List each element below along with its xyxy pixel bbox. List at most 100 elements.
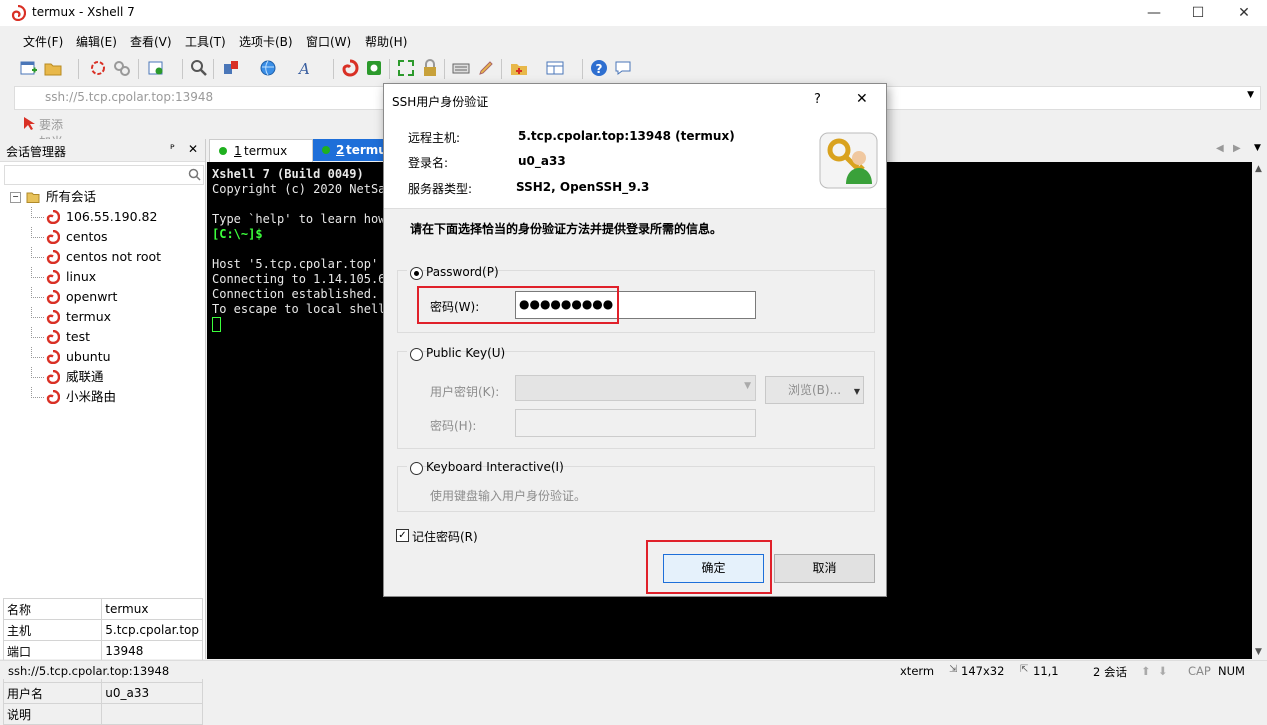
- session-item[interactable]: test: [31, 327, 201, 347]
- menu-tabs[interactable]: 选项卡(B): [239, 33, 293, 50]
- find-icon[interactable]: [189, 58, 209, 78]
- passphrase-field[interactable]: [515, 409, 756, 437]
- reconnect-icon[interactable]: [88, 58, 108, 78]
- password-option[interactable]: Password(P): [407, 265, 499, 281]
- public-key-option-label: Public Key(U): [426, 346, 506, 360]
- keyboard-interactive-label: Keyboard Interactive(I): [426, 460, 564, 474]
- maximize-button[interactable]: ☐: [1175, 0, 1221, 26]
- tree-connector: [31, 267, 44, 278]
- status-cursor-position: 11,1: [1033, 664, 1059, 678]
- add-tab-icon[interactable]: [509, 58, 529, 78]
- minimize-button[interactable]: —: [1131, 0, 1177, 26]
- keyboard-icon[interactable]: [451, 58, 471, 78]
- chat-icon[interactable]: [613, 58, 633, 78]
- tab-number: 1: [234, 144, 242, 158]
- dialog-help-button[interactable]: ?: [814, 92, 821, 107]
- tab-number: 2: [336, 143, 345, 157]
- tree-root-label: 所有会话: [46, 189, 97, 204]
- dialog-close-button[interactable]: ✕: [856, 91, 868, 107]
- property-key: 主机: [2, 619, 103, 641]
- menu-tools[interactable]: 工具(T): [185, 33, 226, 50]
- session-properties-icon[interactable]: [146, 58, 166, 78]
- session-item-label: centos not root: [66, 249, 162, 264]
- globe-icon[interactable]: [258, 58, 278, 78]
- address-input[interactable]: ssh://5.tcp.cpolar.top:13948: [45, 90, 213, 104]
- toolbar-separator: [444, 59, 445, 79]
- tree-root-all-sessions[interactable]: − 所有会话: [10, 187, 200, 207]
- session-item[interactable]: centos: [31, 227, 201, 247]
- public-key-option[interactable]: Public Key(U): [407, 346, 505, 362]
- session-item-label: linux: [66, 269, 97, 284]
- terminal-scrollbar[interactable]: ▲ ▼: [1252, 162, 1267, 659]
- session-icon: [46, 270, 60, 284]
- session-up-icon[interactable]: ⬆: [1141, 664, 1151, 678]
- layout-icon[interactable]: [545, 58, 565, 78]
- fullscreen-icon[interactable]: [396, 58, 416, 78]
- server-type-label: 服务器类型:: [408, 182, 473, 196]
- session-item[interactable]: centos not root: [31, 247, 201, 267]
- close-window-button[interactable]: ✕: [1221, 0, 1267, 26]
- keyboard-interactive-radio[interactable]: [410, 462, 423, 475]
- tab-menu-chevron-icon[interactable]: ▼: [1254, 143, 1261, 153]
- close-icon[interactable]: ✕: [188, 142, 198, 156]
- new-session-icon[interactable]: [18, 58, 38, 78]
- xshell-icon[interactable]: [340, 58, 360, 78]
- collapse-icon[interactable]: −: [10, 192, 21, 203]
- keyboard-interactive-option[interactable]: Keyboard Interactive(I): [407, 460, 564, 476]
- menu-help[interactable]: 帮助(H): [365, 33, 407, 50]
- tab-session-2[interactable]: 2 termux: [313, 139, 387, 161]
- tab-scroll-right-icon[interactable]: ▶: [1233, 143, 1241, 154]
- property-key: 端口: [2, 640, 103, 662]
- status-connection: ssh://5.tcp.cpolar.top:13948: [8, 664, 170, 678]
- tree-connector: [31, 207, 44, 218]
- scroll-down-icon[interactable]: ▼: [1255, 647, 1262, 657]
- session-item[interactable]: 威联通: [31, 367, 201, 387]
- menu-file[interactable]: 文件(F): [23, 33, 63, 50]
- browse-button[interactable]: 浏览(B)... ▼: [765, 376, 864, 404]
- lock-icon[interactable]: [420, 58, 440, 78]
- transfer-icon[interactable]: [221, 58, 241, 78]
- menu-window[interactable]: 窗口(W): [306, 33, 351, 50]
- add-session-arrow-icon[interactable]: [22, 116, 36, 130]
- open-folder-icon[interactable]: [43, 58, 63, 78]
- scroll-up-icon[interactable]: ▲: [1255, 164, 1262, 174]
- session-item[interactable]: 106.55.190.82: [31, 207, 201, 227]
- session-search-input[interactable]: [4, 165, 204, 185]
- connected-status-icon: [219, 147, 227, 155]
- tab-scroll-left-icon[interactable]: ◀: [1216, 143, 1224, 154]
- menu-view[interactable]: 查看(V): [130, 33, 172, 50]
- session-item[interactable]: openwrt: [31, 287, 201, 307]
- user-key-select[interactable]: ▼: [515, 375, 756, 401]
- status-caps-lock: CAP: [1188, 664, 1211, 678]
- public-key-radio[interactable]: [410, 348, 423, 361]
- auth-instruction: 请在下面选择恰当的身份验证方法并提供登录所需的信息。: [410, 222, 723, 236]
- highlight-icon[interactable]: [476, 58, 496, 78]
- session-down-icon[interactable]: ⬇: [1158, 664, 1168, 678]
- menu-edit[interactable]: 编辑(E): [76, 33, 117, 50]
- session-item[interactable]: linux: [31, 267, 201, 287]
- font-icon[interactable]: A: [296, 58, 316, 78]
- session-item[interactable]: ubuntu: [31, 347, 201, 367]
- password-option-label: Password(P): [426, 265, 499, 279]
- tree-connector: [31, 347, 44, 358]
- property-key: 名称: [2, 598, 103, 620]
- terminal-line: Connection established.: [212, 287, 379, 301]
- tree-connector: [31, 227, 44, 238]
- help-icon[interactable]: ?: [589, 58, 609, 78]
- title-bar: termux - Xshell 7 — ☐ ✕: [0, 0, 1267, 26]
- session-item[interactable]: termux: [31, 307, 201, 327]
- session-item[interactable]: 小米路由: [31, 387, 201, 407]
- terminal-line: [C:\~]$: [212, 227, 263, 241]
- xftp-icon[interactable]: [364, 58, 384, 78]
- login-name-label: 登录名:: [408, 156, 449, 170]
- session-manager-title: 会话管理器: [6, 145, 67, 159]
- chevron-down-icon[interactable]: ▼: [1247, 90, 1254, 100]
- session-icon: [46, 330, 60, 344]
- cancel-button[interactable]: 取消: [774, 554, 875, 583]
- pin-icon[interactable]: ᴾ: [170, 142, 175, 156]
- search-icon[interactable]: [188, 168, 201, 181]
- disconnect-icon[interactable]: [112, 58, 132, 78]
- password-radio[interactable]: [410, 267, 423, 280]
- tab-session-1[interactable]: 1 termux: [209, 139, 313, 163]
- remember-password-checkbox[interactable]: ✓: [396, 529, 409, 542]
